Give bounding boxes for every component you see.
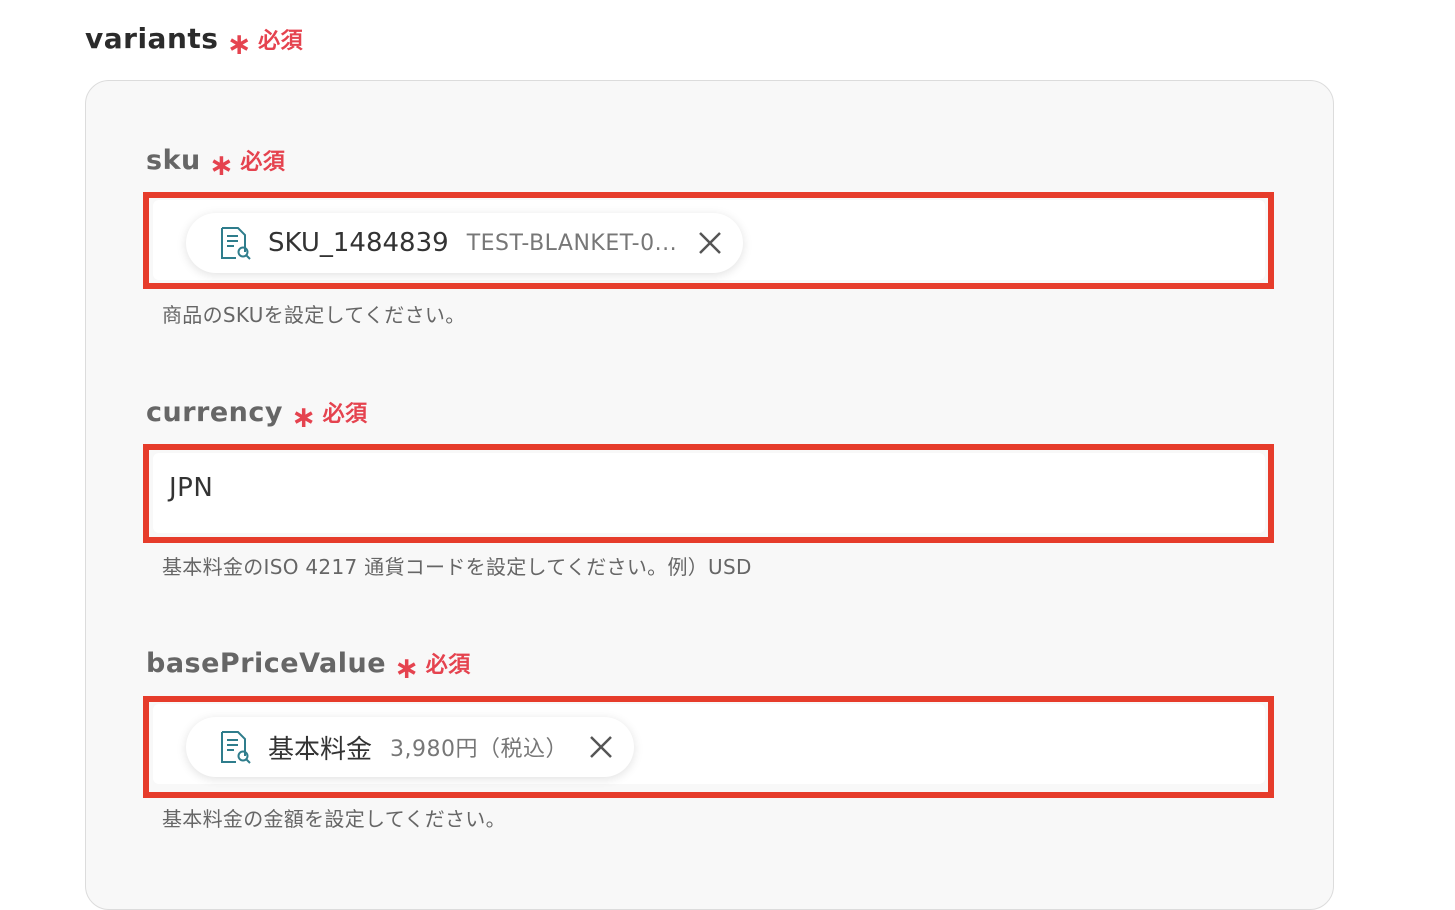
base-price-label: basePriceValue: [146, 647, 387, 679]
currency-field-label: currency ∗ 必須: [146, 396, 368, 433]
sku-label: sku: [146, 144, 201, 176]
sku-field-label: sku ∗ 必須: [146, 144, 286, 181]
required-label: 必須: [240, 150, 286, 175]
variants-label: variants: [85, 22, 219, 55]
required-asterisk-icon: ∗: [226, 26, 253, 62]
required-label: 必須: [322, 402, 368, 427]
required-asterisk-icon: ∗: [208, 148, 235, 183]
sku-help-text: 商品のSKUを設定してください。: [162, 303, 466, 327]
base-price-highlight-box: [143, 696, 1274, 798]
required-label: 必須: [258, 28, 304, 54]
currency-highlight-box: [143, 444, 1274, 543]
currency-label: currency: [146, 396, 283, 428]
currency-help-text: 基本料金のISO 4217 通貨コードを設定してください。例）USD: [162, 555, 752, 579]
sku-highlight-box: [143, 192, 1274, 289]
required-label: 必須: [425, 653, 471, 678]
required-asterisk-icon: ∗: [291, 400, 317, 435]
base-price-field-label: basePriceValue ∗ 必須: [146, 647, 471, 684]
variants-title: variants ∗ 必須: [85, 22, 304, 59]
required-asterisk-icon: ∗: [394, 651, 420, 686]
base-price-help-text: 基本料金の金額を設定してください。: [162, 807, 506, 831]
